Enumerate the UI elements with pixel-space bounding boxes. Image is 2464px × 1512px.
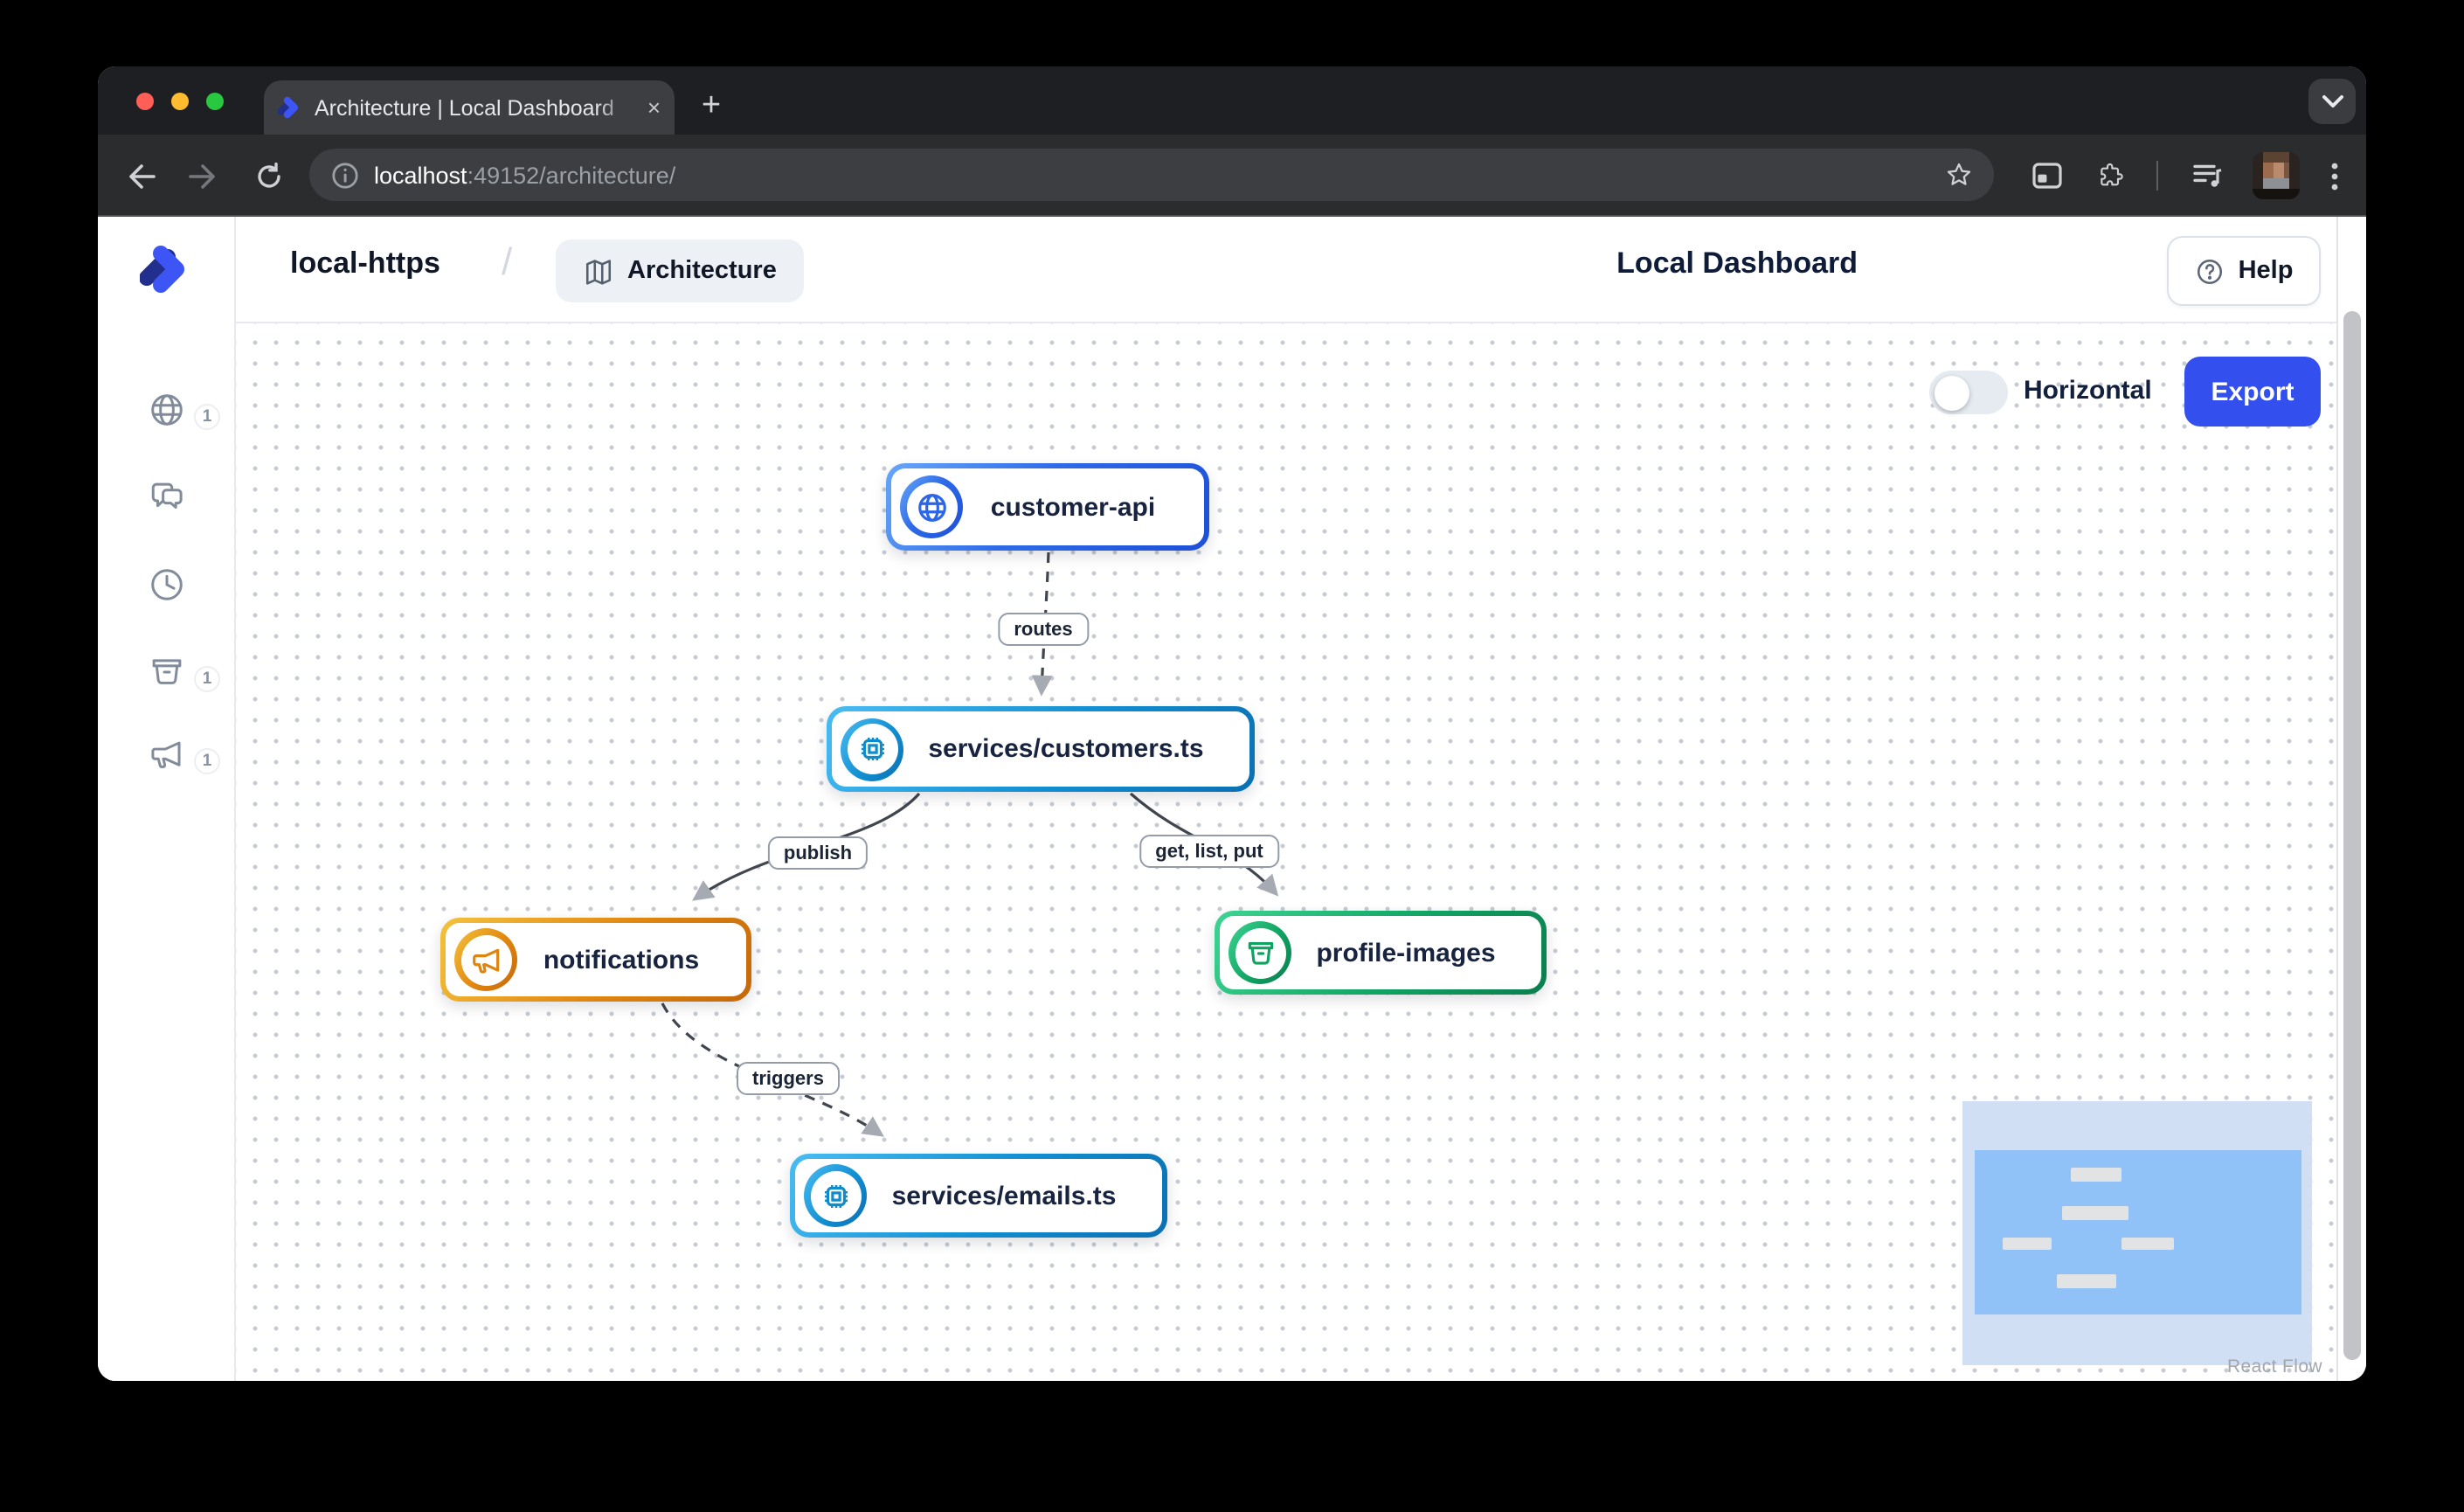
toggle-knob bbox=[1935, 375, 1969, 410]
browser-tab[interactable]: Architecture | Local Dashboard × bbox=[264, 80, 675, 135]
horizontal-toggle[interactable] bbox=[1929, 371, 2008, 414]
sidebar-panel-icon[interactable] bbox=[2029, 135, 2064, 217]
profile-avatar[interactable] bbox=[2253, 152, 2300, 199]
browser-toolbar: localhost:49152/architecture/ bbox=[98, 135, 2366, 217]
tab-search-button[interactable] bbox=[2308, 79, 2356, 124]
page-scrollbar[interactable] bbox=[2336, 217, 2366, 1381]
chevron-down-icon bbox=[2322, 94, 2343, 108]
encore-logo[interactable] bbox=[140, 241, 194, 297]
main-column: local-https / Architecture Local Dashboa… bbox=[236, 217, 2336, 1381]
horizontal-toggle-label: Horizontal bbox=[2024, 376, 2152, 406]
badge: 1 bbox=[194, 404, 220, 430]
globe-icon bbox=[149, 392, 185, 428]
service-chip-icon bbox=[804, 1164, 867, 1227]
reactflow-attribution: React Flow bbox=[2227, 1356, 2322, 1377]
megaphone-icon bbox=[149, 736, 185, 773]
media-controls-icon[interactable] bbox=[2190, 135, 2225, 217]
nav-architecture-label: Architecture bbox=[627, 257, 777, 285]
node-services-customers[interactable]: services/customers.ts bbox=[827, 706, 1255, 792]
traffic-light-close[interactable] bbox=[136, 93, 154, 110]
tab-title: Architecture | Local Dashboard bbox=[315, 95, 635, 120]
extensions-puzzle-icon[interactable] bbox=[2094, 135, 2128, 217]
edge-label-publish: publish bbox=[768, 836, 868, 870]
sidebar-item-pubsub-topics[interactable]: 1 bbox=[98, 736, 236, 806]
edge-label-routes: routes bbox=[998, 613, 1088, 646]
app-content: 1 bbox=[98, 217, 2366, 1381]
node-label: services/emails.ts bbox=[867, 1181, 1138, 1210]
edge-label-get-list-put: get, list, put bbox=[1139, 835, 1278, 868]
url-bar[interactable]: localhost:49152/architecture/ bbox=[309, 149, 1994, 201]
node-label: notifications bbox=[517, 945, 722, 974]
api-globe-icon bbox=[900, 475, 963, 538]
reload-button[interactable] bbox=[248, 135, 290, 217]
screen: Architecture | Local Dashboard × + bbox=[0, 0, 2464, 1512]
help-button[interactable]: Help bbox=[2167, 236, 2321, 306]
bookmark-star-icon[interactable] bbox=[1945, 161, 1973, 189]
badge: 1 bbox=[194, 748, 220, 774]
node-customer-api[interactable]: customer-api bbox=[886, 463, 1209, 551]
minimap-node bbox=[2071, 1168, 2121, 1182]
menu-dots-icon[interactable] bbox=[2321, 135, 2349, 217]
dashboard-title: Local Dashboard bbox=[1616, 246, 1858, 281]
chat-icon bbox=[149, 479, 185, 516]
minimap-node bbox=[2003, 1238, 2052, 1250]
site-info-icon[interactable] bbox=[332, 162, 358, 188]
minimap-node bbox=[2062, 1206, 2128, 1220]
minimap-viewport bbox=[1975, 1150, 2301, 1314]
export-button[interactable]: Export bbox=[2184, 357, 2321, 427]
node-label: services/customers.ts bbox=[903, 734, 1225, 764]
sidebar-item-apis[interactable]: 1 bbox=[98, 392, 236, 461]
flow-minimap[interactable] bbox=[1962, 1101, 2312, 1365]
back-button[interactable] bbox=[119, 135, 161, 217]
forward-button[interactable] bbox=[182, 135, 224, 217]
badge: 1 bbox=[194, 666, 220, 692]
help-icon bbox=[2195, 256, 2225, 286]
traffic-light-minimize[interactable] bbox=[171, 93, 189, 110]
browser-window: Architecture | Local Dashboard × + bbox=[98, 66, 2366, 1381]
map-icon bbox=[584, 256, 613, 286]
url-text: localhost:49152/architecture/ bbox=[374, 162, 675, 188]
bucket-icon bbox=[149, 654, 185, 690]
minimap-node bbox=[2121, 1238, 2174, 1250]
breadcrumb-project: local-https bbox=[290, 246, 440, 281]
sidebar: 1 bbox=[98, 217, 236, 1381]
tab-strip: Architecture | Local Dashboard × + bbox=[98, 66, 2366, 135]
sidebar-item-pubsub-chat[interactable] bbox=[98, 479, 236, 549]
scrollbar-thumb[interactable] bbox=[2343, 311, 2361, 1360]
help-label: Help bbox=[2239, 257, 2294, 285]
node-label: profile-images bbox=[1291, 938, 1517, 968]
node-services-emails[interactable]: services/emails.ts bbox=[790, 1154, 1167, 1238]
tab-favicon bbox=[278, 94, 302, 121]
app-header: local-https / Architecture Local Dashboa… bbox=[236, 217, 2336, 323]
bucket-storage-icon bbox=[1229, 921, 1291, 984]
toolbar-separator bbox=[2156, 161, 2158, 191]
sidebar-item-cron[interactable] bbox=[98, 566, 236, 636]
minimap-node bbox=[2057, 1274, 2116, 1288]
node-label: customer-api bbox=[963, 492, 1180, 522]
nav-architecture-button[interactable]: Architecture bbox=[556, 239, 805, 302]
breadcrumb-separator: / bbox=[502, 239, 512, 285]
sidebar-item-buckets[interactable]: 1 bbox=[98, 654, 236, 724]
service-chip-icon bbox=[841, 718, 903, 780]
flow-canvas[interactable]: Horizontal Export customer-api bbox=[236, 323, 2336, 1379]
node-profile-images[interactable]: profile-images bbox=[1215, 911, 1547, 995]
tab-close-icon[interactable]: × bbox=[647, 96, 661, 119]
edge-label-triggers: triggers bbox=[737, 1062, 840, 1095]
clock-icon bbox=[149, 566, 185, 603]
node-notifications[interactable]: notifications bbox=[440, 918, 751, 1002]
new-tab-button[interactable]: + bbox=[692, 87, 730, 126]
app-main: 1 bbox=[98, 217, 2336, 1381]
topic-megaphone-icon bbox=[454, 928, 517, 991]
traffic-light-zoom[interactable] bbox=[206, 93, 224, 110]
